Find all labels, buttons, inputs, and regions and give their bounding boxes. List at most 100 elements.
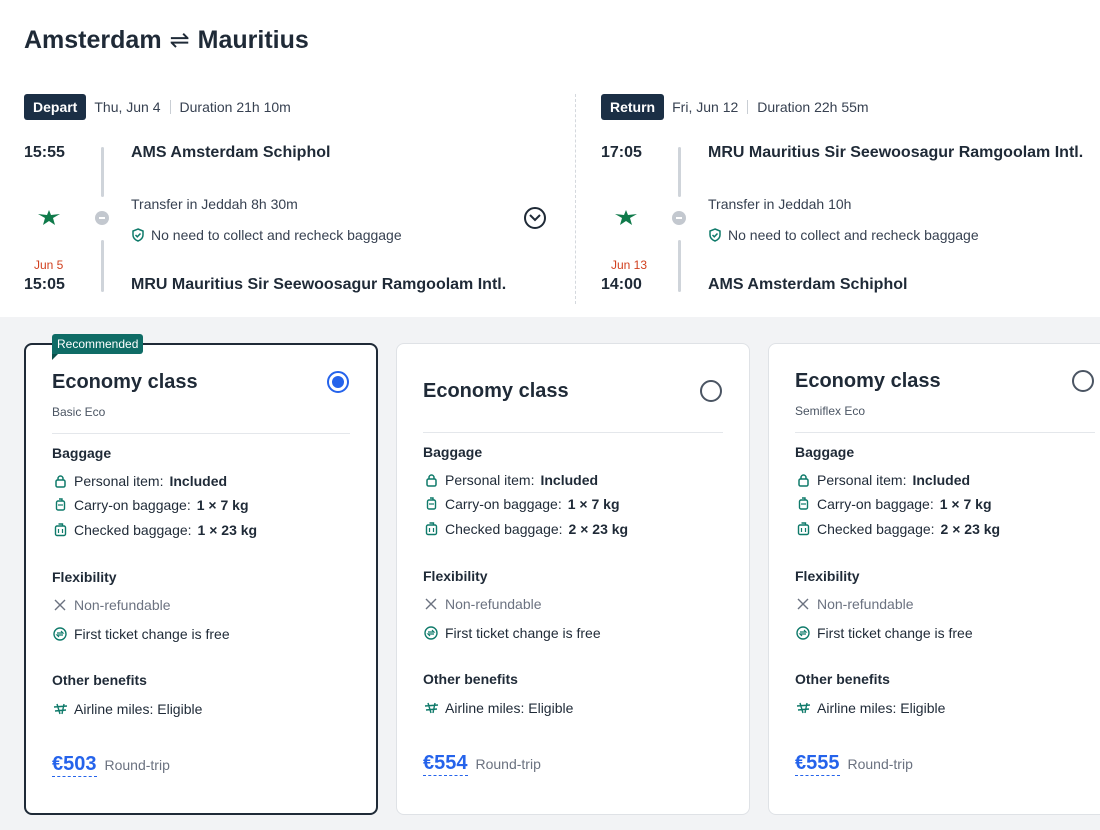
value: 1 × 7 kg bbox=[567, 496, 620, 512]
expand-details-button[interactable] bbox=[524, 207, 546, 229]
baggage-note-text: No need to collect and recheck baggage bbox=[151, 227, 402, 243]
return-arrival-nextday: Jun 13 bbox=[611, 258, 648, 272]
fare-radio[interactable] bbox=[327, 371, 349, 393]
price-row: €554 Round-trip bbox=[423, 752, 541, 776]
depart-transfer: Transfer in Jeddah 8h 30m bbox=[131, 196, 298, 212]
fare-radio[interactable] bbox=[1072, 370, 1094, 392]
depart-arr-time: 15:05 bbox=[24, 276, 65, 293]
baggage-heading: Baggage bbox=[52, 445, 112, 461]
change-row: First ticket change is free bbox=[52, 626, 230, 642]
label: Checked baggage: bbox=[445, 521, 563, 537]
return-baggage-note: No need to collect and recheck baggage bbox=[708, 227, 979, 243]
lock-bag-icon bbox=[795, 472, 811, 488]
label: Non-refundable bbox=[74, 597, 171, 613]
label: First ticket change is free bbox=[74, 626, 230, 642]
flexibility-heading: Flexibility bbox=[423, 568, 488, 584]
destination-city: Mauritius bbox=[197, 26, 309, 54]
label: Personal item: bbox=[445, 472, 535, 488]
origin-city: Amsterdam bbox=[24, 26, 162, 54]
return-transfer: Transfer in Jeddah 10h bbox=[708, 196, 852, 212]
personal-item-row: Personal item: Included bbox=[423, 472, 598, 488]
change-arrows-icon bbox=[52, 626, 68, 642]
round-trip-label: Round-trip bbox=[475, 756, 541, 772]
divider bbox=[169, 99, 171, 114]
fare-price[interactable]: €554 bbox=[423, 752, 468, 776]
fare-price[interactable]: €555 bbox=[795, 752, 840, 776]
return-arr-time: 14:00 bbox=[601, 276, 642, 293]
miles-row: Airline miles: Eligible bbox=[52, 701, 202, 717]
fare-name: Economy class bbox=[52, 371, 198, 393]
round-trip-label: Round-trip bbox=[104, 757, 170, 773]
return-date: Fri, Jun 12 bbox=[672, 98, 739, 115]
divider bbox=[795, 432, 1095, 433]
timeline-line bbox=[678, 240, 681, 292]
other-benefits-heading: Other benefits bbox=[423, 671, 518, 687]
change-arrows-icon bbox=[795, 625, 811, 641]
carry-on-row: Carry-on baggage: 1 × 7 kg bbox=[52, 497, 249, 513]
saudia-airline-logo-icon bbox=[38, 210, 60, 225]
change-row: First ticket change is free bbox=[423, 625, 601, 641]
label: Carry-on baggage: bbox=[74, 497, 191, 513]
divider bbox=[423, 432, 723, 433]
chevron-down-icon bbox=[529, 214, 541, 222]
baggage-note-text: No need to collect and recheck baggage bbox=[728, 227, 979, 243]
shield-check-icon bbox=[132, 228, 144, 242]
personal-item-row: Personal item: Included bbox=[795, 472, 970, 488]
miles-row: Airline miles: Eligible bbox=[423, 700, 573, 716]
label: Carry-on baggage: bbox=[817, 496, 934, 512]
baggage-heading: Baggage bbox=[423, 444, 483, 460]
value: Included bbox=[912, 472, 971, 488]
price-row: €503 Round-trip bbox=[52, 753, 170, 777]
return-badge: Return bbox=[601, 93, 665, 120]
fare-name: Economy class bbox=[795, 370, 941, 392]
fare-card[interactable]: Recommended Economy class Basic Eco Bagg… bbox=[24, 334, 378, 815]
carry-on-bag-icon bbox=[423, 496, 439, 512]
return-duration: Duration 22h 55m bbox=[757, 98, 869, 115]
fare-subtitle: Basic Eco bbox=[52, 405, 106, 419]
refund-row: Non-refundable bbox=[52, 597, 171, 613]
lock-bag-icon bbox=[52, 473, 68, 489]
flexibility-heading: Flexibility bbox=[52, 569, 117, 585]
flexibility-heading: Flexibility bbox=[795, 568, 860, 584]
saudia-airline-logo-icon bbox=[615, 210, 637, 225]
fare-subtitle: Semiflex Eco bbox=[795, 404, 866, 418]
change-row: First ticket change is free bbox=[795, 625, 973, 641]
depart-duration: Duration 21h 10m bbox=[179, 98, 291, 115]
fare-price[interactable]: €503 bbox=[52, 753, 97, 777]
timeline-line bbox=[101, 240, 104, 292]
depart-baggage-note: No need to collect and recheck baggage bbox=[131, 227, 402, 243]
depart-arrival-nextday: Jun 5 bbox=[34, 258, 64, 272]
page-title: Amsterdam ⇌ Mauritius bbox=[24, 26, 309, 55]
stopover-icon bbox=[95, 211, 109, 225]
checked-baggage-row: Checked baggage: 2 × 23 kg bbox=[795, 521, 1000, 537]
label: Checked baggage: bbox=[74, 522, 192, 538]
plane-miles-icon bbox=[52, 701, 68, 717]
x-icon bbox=[423, 596, 439, 612]
carry-on-bag-icon bbox=[52, 497, 68, 513]
label: Carry-on baggage: bbox=[445, 496, 562, 512]
value: Included bbox=[540, 472, 599, 488]
other-benefits-heading: Other benefits bbox=[795, 671, 890, 687]
plane-miles-icon bbox=[423, 700, 439, 716]
shield-check-icon bbox=[709, 228, 721, 242]
round-trip-label: Round-trip bbox=[847, 756, 913, 772]
label: First ticket change is free bbox=[817, 625, 973, 641]
value: 2 × 23 kg bbox=[568, 521, 629, 537]
depart-badge: Depart bbox=[24, 93, 87, 120]
timeline-line bbox=[101, 147, 104, 197]
checked-baggage-row: Checked baggage: 1 × 23 kg bbox=[52, 522, 257, 538]
carry-on-bag-icon bbox=[795, 496, 811, 512]
suitcase-icon bbox=[795, 521, 811, 537]
x-icon bbox=[795, 596, 811, 612]
return-dep-airport: MRU Mauritius Sir Seewoosagur Ramgoolam … bbox=[708, 144, 1084, 161]
fare-radio[interactable] bbox=[700, 380, 722, 402]
label: Checked baggage: bbox=[817, 521, 935, 537]
value: 1 × 23 kg bbox=[197, 522, 258, 538]
carry-on-row: Carry-on baggage: 1 × 7 kg bbox=[423, 496, 620, 512]
swap-arrows-icon: ⇌ bbox=[169, 27, 190, 54]
fare-card[interactable]: Economy class Baggage Personal item: Inc… bbox=[396, 343, 750, 815]
divider bbox=[747, 99, 749, 114]
label: Personal item: bbox=[74, 473, 164, 489]
fare-card[interactable]: Economy class Semiflex Eco Baggage Perso… bbox=[768, 343, 1100, 815]
plane-miles-icon bbox=[795, 700, 811, 716]
